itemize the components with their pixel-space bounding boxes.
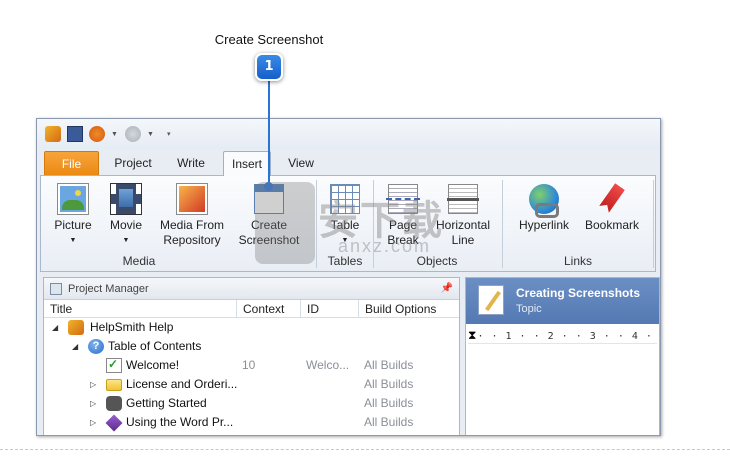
- tree-row[interactable]: ▷ Getting Started All Builds: [44, 394, 459, 413]
- column-headers: Title Context ID Build Options: [44, 300, 459, 318]
- book-icon: [105, 414, 123, 432]
- project-manager-header: Project Manager 📌: [44, 278, 459, 300]
- group-label-links: Links: [563, 254, 592, 268]
- tree-row[interactable]: ◢ HelpSmith Help: [44, 318, 459, 337]
- hyperlink-icon: [529, 184, 559, 218]
- picture-label: Picture: [54, 218, 92, 232]
- customize-icon[interactable]: ▾: [167, 130, 175, 138]
- binoculars-icon: [106, 396, 122, 411]
- tree-collapse-icon[interactable]: ◢: [72, 337, 78, 356]
- media-repository-icon: [176, 183, 208, 215]
- page-divider: [0, 449, 730, 450]
- bookmark-button[interactable]: Bookmark: [581, 182, 643, 254]
- tab-project[interactable]: Project: [105, 151, 161, 175]
- topic-subtitle: Topic: [516, 303, 542, 315]
- row-title: Table of Contents: [108, 339, 202, 353]
- column-build-options[interactable]: Build Options: [358, 300, 459, 318]
- forward-dropdown-icon[interactable]: ▼: [147, 131, 155, 138]
- row-build-options: All Builds: [364, 415, 414, 429]
- hyperlink-label: Hyperlink: [518, 218, 569, 232]
- callout-title: Create Screenshot: [214, 32, 324, 47]
- tree-collapse-icon[interactable]: ◢: [52, 318, 58, 337]
- tree-row[interactable]: ◢ ? Table of Contents: [44, 337, 459, 356]
- forward-icon[interactable]: [125, 126, 141, 142]
- topic-title: Creating Screenshots: [516, 286, 641, 300]
- callout-number-badge: 1: [255, 53, 283, 81]
- topic-header: Creating Screenshots Topic: [466, 278, 659, 324]
- picture-dropdown-icon: ▼: [69, 237, 77, 244]
- ribbon-tabs: File Project Write Insert View: [37, 151, 660, 176]
- column-context[interactable]: Context: [236, 300, 300, 318]
- project-manager-icon: [50, 283, 62, 295]
- picture-button[interactable]: Picture ▼: [49, 182, 97, 254]
- row-title: Welcome!: [126, 358, 180, 372]
- movie-dropdown-icon: ▼: [122, 237, 130, 244]
- group-label-media: Media: [122, 254, 156, 268]
- back-icon[interactable]: [89, 126, 105, 142]
- column-title[interactable]: Title: [44, 300, 236, 318]
- tab-write[interactable]: Write: [165, 151, 217, 175]
- group-separator: [316, 180, 317, 268]
- app-window: ▼ ▼ ▾ File Project Write Insert View Pic…: [36, 118, 661, 436]
- ruler[interactable]: ⧗· · 1 · · 2 · · 3 · · 4 ·: [468, 326, 657, 344]
- hyperlink-button[interactable]: Hyperlink: [513, 182, 575, 254]
- ruler-scale: · · 1 · · 2 · · 3 · · 4 ·: [477, 331, 653, 342]
- callout-line: [268, 80, 270, 186]
- project-manager-title: Project Manager: [68, 283, 149, 295]
- save-icon[interactable]: [67, 126, 83, 142]
- group-separator: [653, 180, 654, 268]
- media-from-repository-button[interactable]: Media From Repository: [155, 182, 229, 254]
- watermark-subtext: anxz.com: [338, 236, 432, 256]
- movie-icon: [110, 183, 142, 215]
- tree-expand-icon[interactable]: ▷: [90, 413, 96, 432]
- row-title: Getting Started: [126, 396, 207, 410]
- app-icon[interactable]: [45, 126, 61, 142]
- bookmark-icon: [597, 184, 627, 214]
- tab-view[interactable]: View: [277, 151, 325, 175]
- pin-icon[interactable]: 📌: [441, 278, 453, 300]
- tree-row[interactable]: Welcome! 10 Welco... All Builds: [44, 356, 459, 375]
- media-from-repository-label-1: Media From: [159, 218, 224, 232]
- quick-access-toolbar: ▼ ▼ ▾: [37, 119, 660, 149]
- tree-expand-icon[interactable]: ▷: [90, 394, 96, 413]
- picture-icon: [57, 183, 89, 215]
- tree-expand-icon[interactable]: ▷: [90, 375, 96, 394]
- movie-label: Movie: [109, 218, 142, 232]
- row-build-options: All Builds: [364, 396, 414, 410]
- tree-row[interactable]: ▷ License and Orderi... All Builds: [44, 375, 459, 394]
- bookmark-label: Bookmark: [584, 218, 640, 232]
- topic-icon: [106, 357, 122, 373]
- tab-file[interactable]: File: [44, 151, 99, 175]
- watermark-logo: [255, 182, 315, 264]
- column-id[interactable]: ID: [300, 300, 358, 318]
- row-title: Using the Word Pr...: [126, 415, 234, 429]
- project-icon: [68, 320, 84, 335]
- topic-edit-icon: [478, 285, 504, 315]
- project-manager-pane: Project Manager 📌 Title Context ID Build…: [43, 277, 460, 435]
- back-dropdown-icon[interactable]: ▼: [111, 131, 119, 138]
- tree-row[interactable]: ▷ Using the Word Pr... All Builds: [44, 413, 459, 432]
- row-title: HelpSmith Help: [90, 320, 174, 334]
- tab-insert[interactable]: Insert: [223, 151, 271, 176]
- topic-editor-pane: Creating Screenshots Topic ⧗· · 1 · · 2 …: [465, 277, 660, 435]
- toc-icon: ?: [88, 339, 104, 354]
- folder-icon: [106, 379, 122, 391]
- row-build-options: All Builds: [364, 377, 414, 391]
- group-separator: [502, 180, 503, 268]
- row-title: License and Orderi...: [126, 377, 238, 391]
- row-id: Welco...: [306, 358, 350, 372]
- row-context: 10: [242, 358, 256, 372]
- media-from-repository-label-2: Repository: [163, 233, 221, 247]
- movie-button[interactable]: Movie ▼: [103, 182, 149, 254]
- row-build-options: All Builds: [364, 358, 414, 372]
- horizontal-line-icon: [447, 184, 479, 214]
